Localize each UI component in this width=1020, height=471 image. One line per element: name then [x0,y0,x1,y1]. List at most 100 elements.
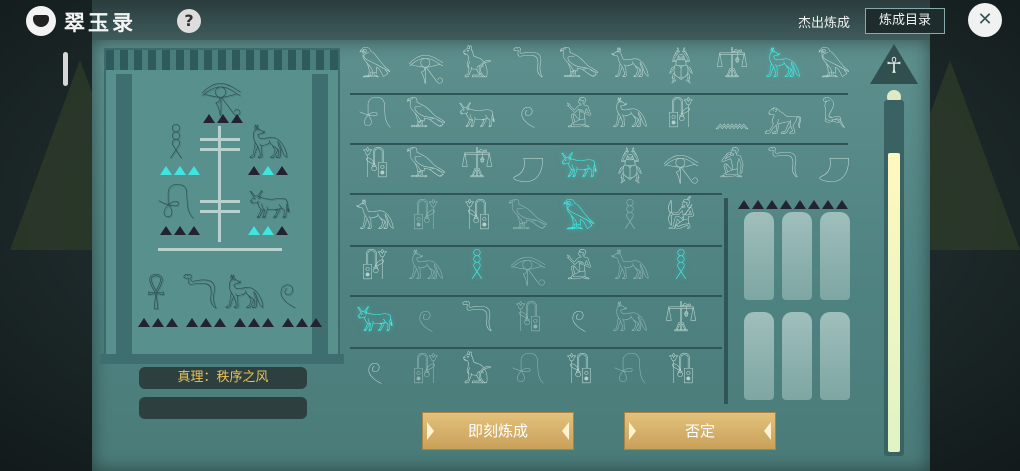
glyph-tile[interactable]: 𓃠 [454,46,500,90]
triangle-marker [794,200,806,209]
energy-gauge [884,100,904,456]
glyph-tile[interactable]: 𓈔 [811,146,857,190]
alchemy-catalog-button[interactable]: 炼成目录 [865,8,945,34]
glyph-tile[interactable]: 𓆓 [760,146,806,190]
glyph-tile[interactable]: 𓏞 [403,352,449,396]
shrine-bottom-glyph-2[interactable]: 𓆓 [180,278,220,316]
triangle-marker-lit [262,226,274,235]
shrine-left-glyph-2[interactable]: 𓍯 [156,188,196,226]
glyph-tile[interactable]: 𓍯 [352,96,398,140]
grid-separator [724,198,728,404]
outstanding-alchemy-link[interactable]: 杰出炼成 [798,12,850,31]
glyph-tile[interactable]: 𓅃 [811,46,857,90]
drag-handle[interactable] [63,52,68,86]
glyph-tile[interactable]: 𓀀 [556,248,602,292]
glyph-tile[interactable]: 𓃒 [454,96,500,140]
glyph-tile[interactable]: 𓆗 [811,96,857,140]
glyph-tile[interactable]: 𓅂 [505,198,551,242]
deny-button[interactable]: 否定 [624,412,776,450]
shrine-frieze [106,50,338,70]
truth-label: 真理：秩序之风 [139,367,307,389]
mummy-figure [744,312,774,400]
shrine-column-right [312,74,328,354]
glyph-tile[interactable]: 𓍝 [658,300,704,344]
glyph-tile[interactable]: 𓃦 [607,96,653,140]
glyph-tile[interactable]: 𓏟 [556,352,602,396]
close-icon[interactable]: ✕ [968,3,1002,37]
shrine-left-glyph-1[interactable]: 𓎛 [156,128,196,166]
glyph-tile[interactable]: 𓃦 [607,300,653,344]
triangle-marker [231,114,243,123]
glyph-tile[interactable]: 𓂀 [658,146,704,190]
glyph-tile[interactable]: 𓅂 [403,96,449,140]
glyph-tile[interactable]: 𓏲 [505,96,551,140]
glyph-tile[interactable]: 𓍯 [505,352,551,396]
glyph-tile[interactable]: 𓍝 [709,46,755,90]
glyph-tile[interactable]: 𓃠 [454,352,500,396]
tree-trunk [218,126,221,242]
grid-row-divider [350,93,848,95]
glyph-tile[interactable]: 𓃥 [352,198,398,242]
glyph-tile[interactable]: 𓃷 [760,96,806,140]
truth-empty-slot [139,397,307,419]
glyph-tile[interactable]: 𓏟 [505,300,551,344]
glyph-tile[interactable]: 𓃥 [607,46,653,90]
glyph-tile[interactable]: 𓀎 [658,198,704,242]
glyph-tile[interactable]: 𓈔 [505,146,551,190]
glyph-tile-selected[interactable]: 𓎛 [658,248,704,292]
glyph-tile[interactable]: 𓍝 [454,146,500,190]
tree-branch [200,138,240,141]
glyph-tile[interactable]: 𓏞 [658,96,704,140]
glyph-tile[interactable]: 𓆓 [454,300,500,344]
glyph-tile-selected[interactable]: 𓎛 [454,248,500,292]
glyph-tile[interactable]: 𓍯 [607,352,653,396]
glyph-tile[interactable]: 𓏲 [556,300,602,344]
shrine-right-glyph-2[interactable]: 𓃒 [248,188,291,226]
tree-branch [200,210,240,213]
glyph-tile[interactable]: 𓆣 [658,46,704,90]
game-stage: 翠玉录 ? 杰出炼成 炼成目录 ✕ 𓂀 𓎛 𓃦 𓍯 𓃒 𓋹 𓆓 𓃦 𓏲 真理：秩… [0,0,1020,471]
triangle-marker [200,318,212,327]
transmute-now-button[interactable]: 即刻炼成 [422,412,574,450]
glyph-tile[interactable]: 𓅃 [352,46,398,90]
glyph-tile[interactable]: 𓏟 [454,198,500,242]
shrine-bottom-glyph-3[interactable]: 𓃦 [224,278,265,316]
glyph-tile-selected[interactable]: 𓃦 [760,46,806,90]
grid-row-divider [350,347,722,349]
glyph-tile[interactable]: 𓅂 [556,46,602,90]
triangle-marker [262,318,274,327]
triangle-marker [214,318,226,327]
glyph-tile[interactable]: 𓏟 [658,352,704,396]
glyph-tile-selected[interactable]: 𓃒 [352,300,398,344]
glyph-tile[interactable]: 𓎛 [607,198,653,242]
glyph-tile[interactable]: 𓂀 [403,46,449,90]
mummy-figure [744,212,774,300]
triangle-marker [780,200,792,209]
glyph-tile-selected[interactable]: 𓃒 [556,146,602,190]
glyph-tile[interactable]: 𓏞 [403,198,449,242]
glyph-tile[interactable]: 𓏲 [403,300,449,344]
glyph-tile[interactable]: 𓏞 [352,248,398,292]
glyph-tile[interactable]: 𓀀 [556,96,602,140]
glyph-tile[interactable]: 𓆓 [505,46,551,90]
triangle-marker [276,166,288,175]
glyph-tile[interactable]: 𓂀 [505,248,551,292]
triangle-marker [166,318,178,327]
glyph-tile[interactable]: 𓃦 [403,248,449,292]
triangle-marker [186,318,198,327]
triangle-marker [234,318,246,327]
glyph-tile[interactable]: 𓆣 [607,146,653,190]
glyph-tile[interactable]: 𓏲 [352,352,398,396]
shrine-bottom-glyph-4[interactable]: 𓏲 [268,278,308,316]
glyph-tile[interactable]: 𓈖 [709,96,755,140]
glyph-tile[interactable]: 𓅂 [403,146,449,190]
glyph-tile[interactable]: 𓃥 [607,248,653,292]
glyph-tile[interactable]: 𓏟 [352,146,398,190]
shrine-right-triangles-1 [248,166,288,176]
help-button[interactable]: ? [177,9,201,33]
glyph-tile-selected[interactable]: 𓅃 [556,198,602,242]
shrine-bottom-glyph-1[interactable]: 𓋹 [136,278,176,316]
shrine-top-eye-glyph[interactable]: 𓂀 [200,78,242,116]
glyph-tile[interactable]: 𓀁 [709,146,755,190]
shrine-right-glyph-1[interactable]: 𓃦 [248,128,289,166]
